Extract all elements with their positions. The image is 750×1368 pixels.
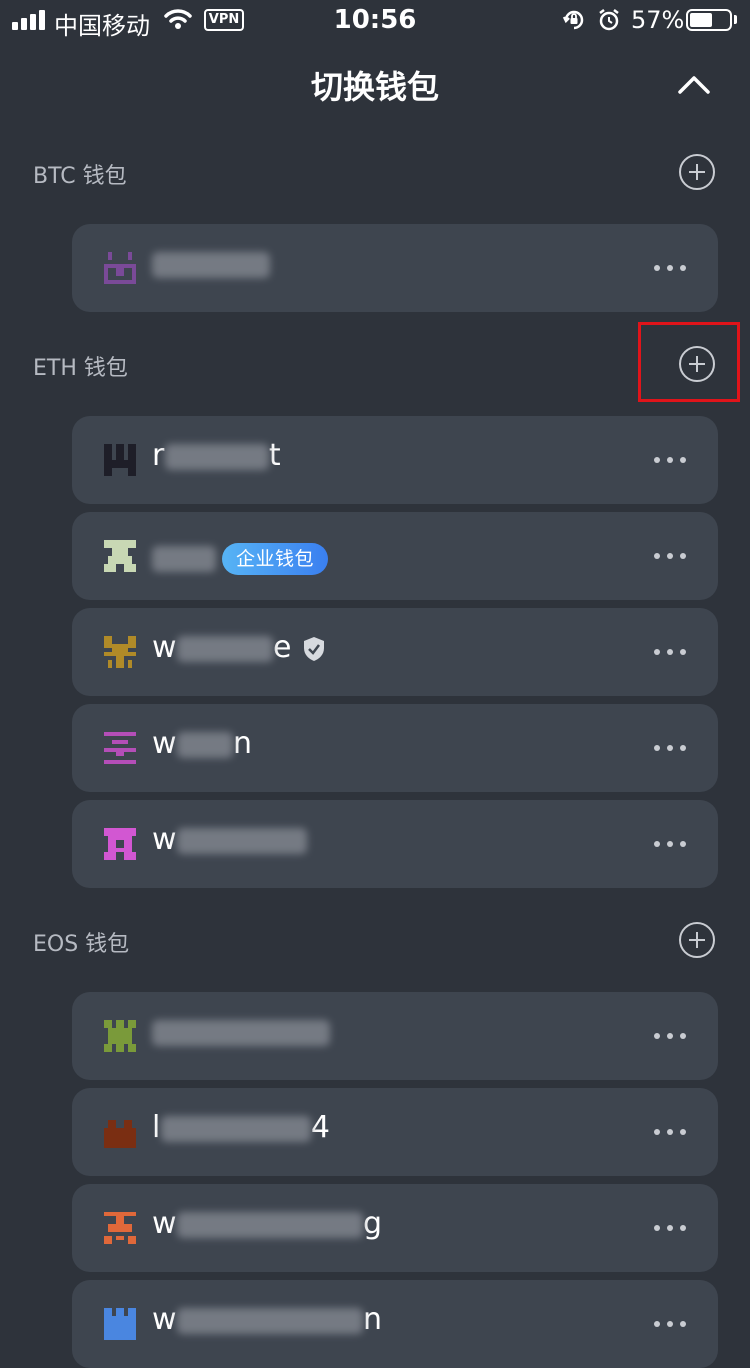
wallet-avatar-icon [104,828,136,860]
wallet-name [152,246,270,281]
wallet-name: l4 [152,1110,331,1145]
more-icon[interactable] [654,1129,686,1137]
wallet-avatar-icon [104,636,136,668]
battery-icon [686,9,732,31]
wallet-card[interactable]: rt [72,416,718,504]
more-icon[interactable] [654,553,686,561]
alarm-icon [599,9,619,31]
section-title-eth: ETH 钱包 [33,356,128,381]
wallet-avatar-icon [104,1020,136,1052]
more-icon[interactable] [654,649,686,657]
wallet-avatar-icon [104,1212,136,1244]
wallet-avatar-icon [104,1308,136,1340]
more-icon[interactable] [654,1225,686,1233]
wallet-avatar-icon [104,540,136,572]
wallet-card[interactable]: wg [72,1184,718,1272]
battery-percent: 57% [631,6,685,34]
more-icon[interactable] [654,265,686,273]
wallet-avatar-icon [104,444,136,476]
wallet-name: wg [152,1206,383,1241]
more-icon[interactable] [654,841,686,849]
wallet-card[interactable]: l4 [72,1088,718,1176]
more-icon[interactable] [654,1033,686,1041]
wallet-avatar-icon [104,252,136,284]
wallet-avatar-icon [104,732,136,764]
more-icon[interactable] [654,457,686,465]
wallet-name [152,1014,330,1049]
wallet-card[interactable]: 企业钱包 [72,512,718,600]
add-eos-wallet-button[interactable] [679,922,715,958]
add-btc-wallet-button[interactable] [679,154,715,190]
highlight-box [638,322,740,402]
wallet-name: rt [152,438,282,473]
section-title-btc: BTC 钱包 [33,164,127,189]
wallet-name: we [152,630,326,665]
wallet-card[interactable]: wn [72,1280,718,1368]
wallet-name: w [152,822,308,857]
enterprise-wallet-badge: 企业钱包 [222,542,329,575]
more-icon[interactable] [654,1321,686,1329]
wallet-card[interactable]: w [72,800,718,888]
wallet-name: 企业钱包 [152,540,329,575]
wallet-avatar-icon [104,1120,136,1148]
shield-check-icon [304,636,325,661]
status-bar: 中国移动 VPN 10:56 57% [0,0,750,40]
wallet-card[interactable] [72,992,718,1080]
more-icon[interactable] [654,745,686,753]
page-title: 切换钱包 [310,68,439,106]
wallet-name: wn [152,726,253,761]
section-title-eos: EOS 钱包 [33,932,130,957]
wallet-name: wn [152,1302,383,1337]
chevron-up-icon[interactable] [672,66,716,106]
orientation-lock-icon [562,10,584,30]
wallet-card[interactable]: we [72,608,718,696]
wallet-card[interactable] [72,224,718,312]
wallet-card[interactable]: wn [72,704,718,792]
